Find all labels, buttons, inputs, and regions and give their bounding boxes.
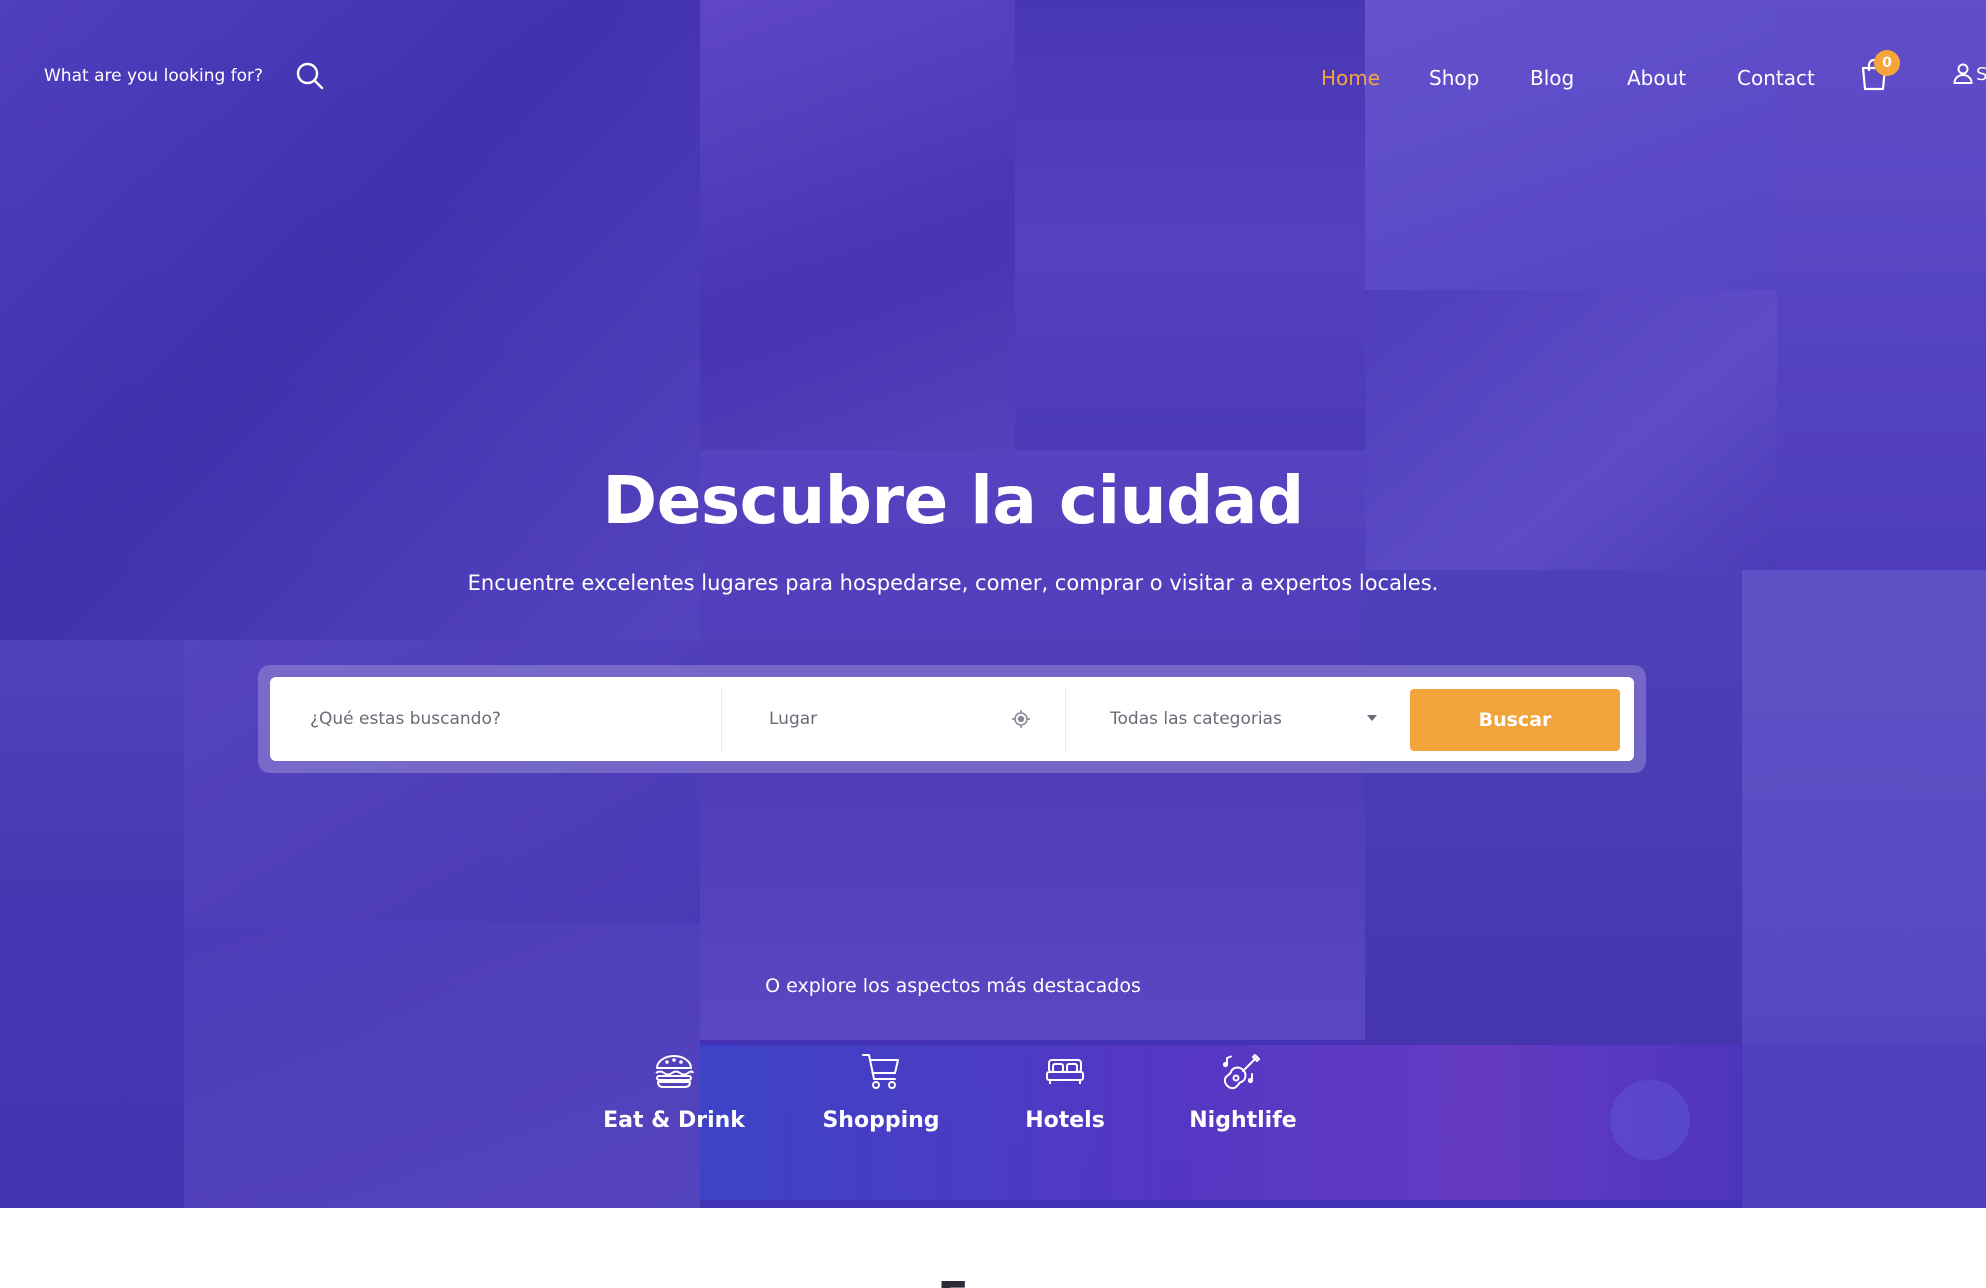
nav-blog[interactable]: Blog bbox=[1530, 66, 1574, 90]
field-divider bbox=[721, 687, 722, 751]
search-submit-button[interactable]: Buscar bbox=[1410, 689, 1620, 751]
search-form: ¿Qué estas buscando? Lugar Todas las cat… bbox=[270, 677, 1634, 761]
category-label: Eat & Drink bbox=[603, 1108, 745, 1133]
top-bar: What are you looking for? Home Shop Blog… bbox=[0, 40, 1986, 112]
chevron-down-icon[interactable] bbox=[1365, 713, 1379, 723]
nav-contact[interactable]: Contact bbox=[1737, 66, 1815, 90]
search-icon[interactable] bbox=[294, 60, 326, 92]
category-hotels[interactable]: Hotels bbox=[990, 1050, 1140, 1133]
cart-count-badge: 0 bbox=[1874, 50, 1900, 76]
category-label: Hotels bbox=[1025, 1108, 1105, 1133]
bed-icon bbox=[1046, 1059, 1084, 1084]
field-divider bbox=[1065, 687, 1066, 751]
hero-subtitle: Encuentre excelentes lugares para hosped… bbox=[467, 571, 1439, 595]
category-select[interactable]: Todas las categorias bbox=[1110, 677, 1350, 761]
hero-section: What are you looking for? Home Shop Blog… bbox=[0, 0, 1986, 1208]
cart-icon bbox=[862, 1054, 899, 1089]
user-icon[interactable] bbox=[1952, 62, 1974, 84]
header-search-hint[interactable]: What are you looking for? bbox=[44, 66, 263, 86]
location-input[interactable]: Lugar bbox=[769, 677, 999, 761]
category-nightlife[interactable]: Nightlife bbox=[1168, 1050, 1318, 1133]
guitar-icon bbox=[1222, 1054, 1260, 1090]
section-title: E bbox=[0, 1272, 1906, 1288]
hero-title: Descubre la ciudad bbox=[602, 462, 1304, 539]
keyword-input[interactable]: ¿Qué estas buscando? bbox=[310, 677, 710, 761]
category-label: Nightlife bbox=[1189, 1108, 1297, 1133]
nav-shop[interactable]: Shop bbox=[1429, 66, 1479, 90]
category-eat-drink[interactable]: Eat & Drink bbox=[599, 1050, 749, 1133]
hero-overlay bbox=[0, 0, 1986, 1208]
search-form-wrapper: ¿Qué estas buscando? Lugar Todas las cat… bbox=[258, 665, 1646, 773]
nav-about[interactable]: About bbox=[1627, 66, 1686, 90]
category-shopping[interactable]: Shopping bbox=[806, 1050, 956, 1133]
explore-label: O explore los aspectos más destacados bbox=[765, 975, 1141, 997]
user-menu-label[interactable]: S bbox=[1976, 64, 1986, 85]
locate-icon[interactable] bbox=[1011, 709, 1031, 729]
burger-icon bbox=[655, 1055, 694, 1088]
category-label: Shopping bbox=[822, 1108, 940, 1133]
nav-home[interactable]: Home bbox=[1321, 66, 1380, 90]
